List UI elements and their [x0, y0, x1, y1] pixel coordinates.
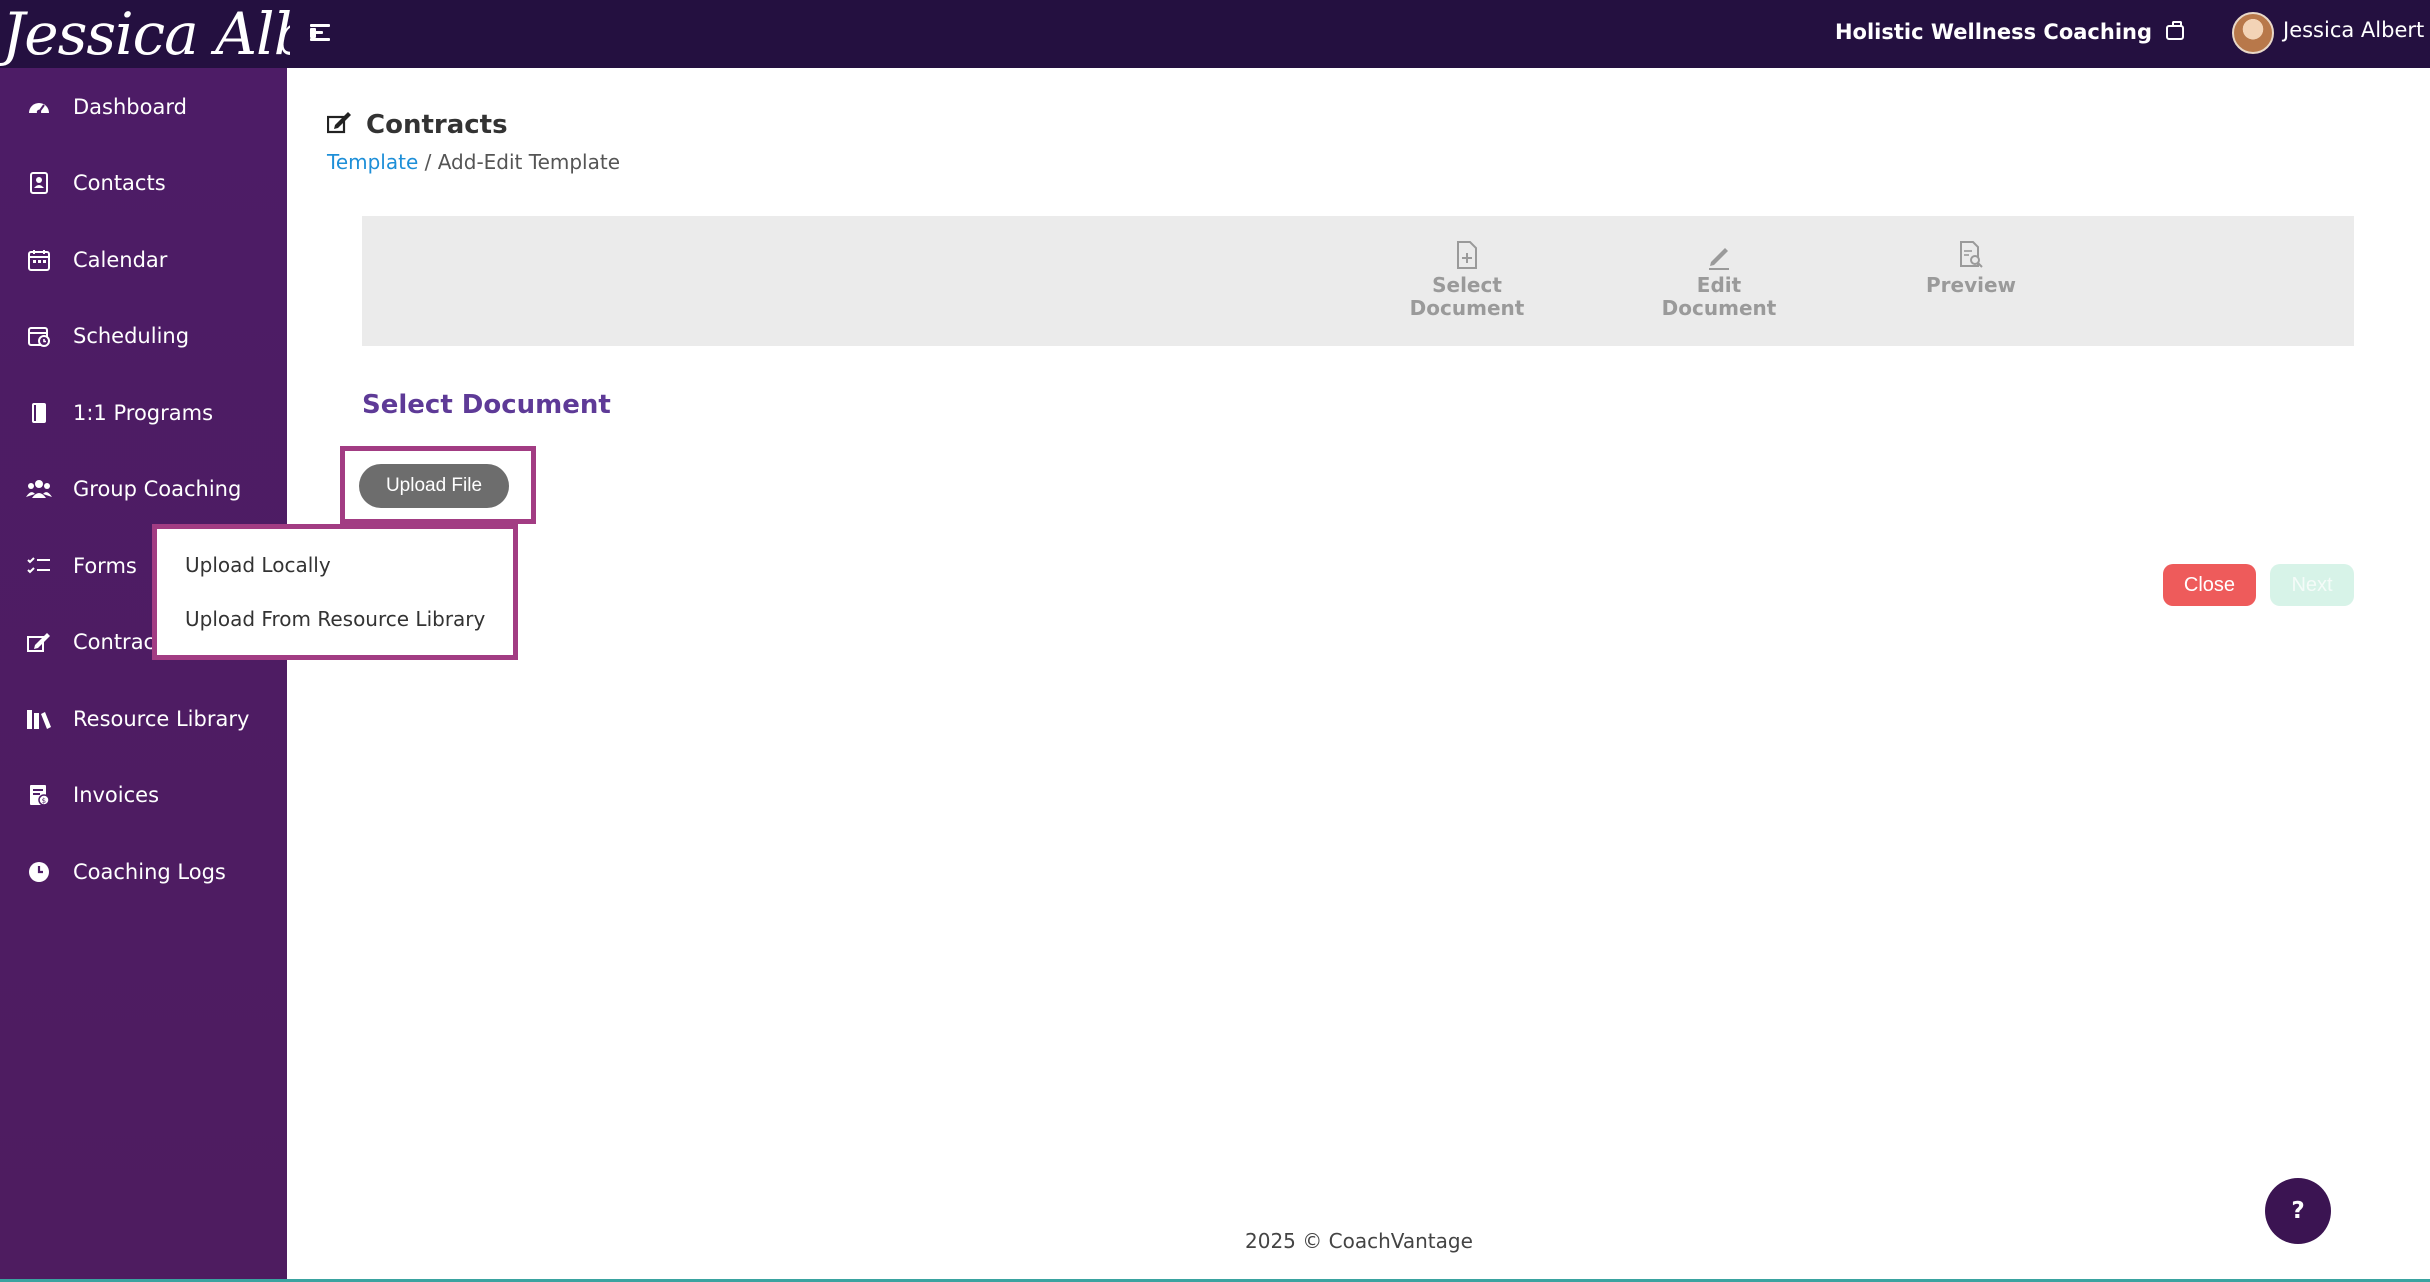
svg-text:$: $: [42, 797, 46, 805]
menu-item-upload-locally[interactable]: Upload Locally: [185, 553, 331, 577]
avatar[interactable]: [2232, 12, 2274, 54]
step-label-line2: Document: [1409, 296, 1525, 320]
step-select-document[interactable]: Select Document: [1382, 240, 1552, 320]
book-icon: [26, 400, 52, 426]
breadcrumb-separator: /: [418, 150, 438, 174]
step-edit-document[interactable]: Edit Document: [1634, 240, 1804, 320]
calendar-icon: [26, 247, 52, 273]
library-icon: [26, 706, 52, 732]
step-label-line2: Document: [1661, 296, 1777, 320]
close-button[interactable]: Close: [2163, 564, 2256, 606]
scheduling-icon: [26, 323, 52, 349]
section-heading: Select Document: [362, 390, 611, 420]
sidebar: Dashboard Contacts Calendar Scheduling 1…: [0, 68, 287, 1282]
file-search-icon: [1957, 240, 1985, 270]
signature-icon: [26, 629, 52, 655]
contacts-icon: [26, 170, 52, 196]
sidebar-item-invoices[interactable]: $ Invoices: [0, 765, 287, 825]
sidebar-item-1-1-programs[interactable]: 1:1 Programs: [0, 383, 287, 443]
clock-icon: [26, 859, 52, 885]
org-switcher[interactable]: Holistic Wellness Coaching: [1835, 20, 2184, 44]
sidebar-item-dashboard[interactable]: Dashboard: [0, 77, 287, 137]
pencil-icon: [1705, 240, 1733, 270]
sidebar-item-contacts[interactable]: Contacts: [0, 153, 287, 213]
step-label-line1: Preview: [1925, 273, 2017, 297]
upload-highlight: Upload File: [340, 446, 536, 524]
upload-menu: Upload Locally Upload From Resource Libr…: [152, 524, 518, 660]
step-label-line1: Select: [1432, 273, 1502, 297]
contracts-icon: [326, 110, 353, 134]
step-label-line1: Edit: [1696, 273, 1742, 297]
sidebar-item-group-coaching[interactable]: Group Coaching: [0, 459, 287, 519]
help-button[interactable]: ?: [2265, 1178, 2331, 1244]
org-name: Holistic Wellness Coaching: [1834, 20, 2152, 44]
invoice-icon: $: [26, 782, 52, 808]
breadcrumb: Template / Add-Edit Template: [327, 150, 620, 174]
breadcrumb-current: Add-Edit Template: [437, 150, 621, 174]
add-file-icon: [1453, 240, 1481, 270]
forms-icon: [26, 553, 52, 579]
dashboard-icon: [26, 94, 52, 120]
briefcase-icon: [2166, 20, 2184, 40]
page-title: Contracts: [366, 110, 508, 140]
menu-toggle-icon[interactable]: [308, 20, 334, 46]
breadcrumb-template-link[interactable]: Template: [327, 150, 418, 174]
user-name[interactable]: Jessica Albert: [2283, 18, 2424, 42]
sidebar-item-scheduling[interactable]: Scheduling: [0, 306, 287, 366]
menu-item-upload-from-resource-library[interactable]: Upload From Resource Library: [185, 607, 485, 631]
top-bar: Jessica Albert Holistic Wellness Coachin…: [0, 0, 2430, 68]
step-preview[interactable]: Preview: [1886, 240, 2056, 297]
stepper: Select Document Edit Document Preview: [362, 216, 2354, 346]
upload-file-button[interactable]: Upload File: [359, 464, 509, 508]
logo[interactable]: Jessica Albert: [0, 0, 290, 68]
sidebar-item-resource-library[interactable]: Resource Library: [0, 689, 287, 749]
users-icon: [26, 476, 52, 502]
sidebar-item-coaching-logs[interactable]: Coaching Logs: [0, 842, 287, 902]
sidebar-item-calendar[interactable]: Calendar: [0, 230, 287, 290]
next-button[interactable]: Next: [2270, 564, 2354, 606]
footer: 2025 © CoachVantage: [1245, 1229, 1473, 1253]
